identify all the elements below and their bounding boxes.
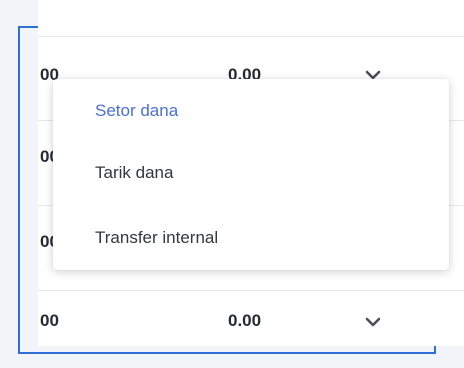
table-cell-amount: 00 [40, 311, 59, 330]
action-dropdown-menu: Setor dana Tarik dana Transfer internal [53, 79, 449, 270]
menu-item-tarik-dana[interactable]: Tarik dana [95, 162, 173, 184]
table-cell-value: 0.00 [228, 311, 262, 330]
menu-item-setor-dana[interactable]: Setor dana [95, 100, 178, 122]
menu-item-transfer-internal[interactable]: Transfer internal [95, 227, 218, 249]
chevron-down-icon[interactable] [364, 316, 382, 328]
table-header-strip [38, 0, 464, 36]
table-row: 00 0.00 [38, 290, 464, 346]
